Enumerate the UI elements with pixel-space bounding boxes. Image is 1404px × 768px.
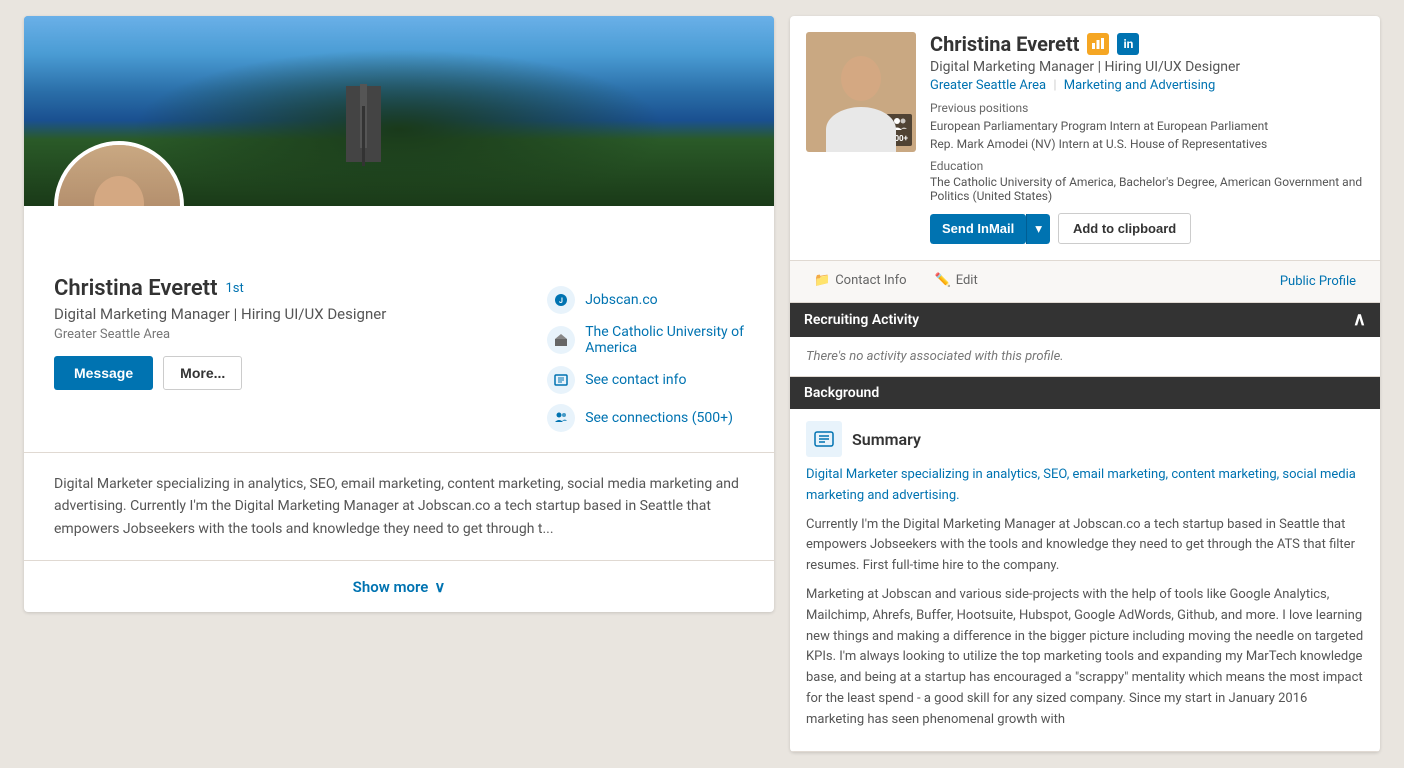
right-profile-header: 500+ Christina Everett in Digital Market… <box>790 16 1380 261</box>
profile-info: Christina Everett 1st Digital Marketing … <box>54 276 386 390</box>
contact-icon <box>547 366 575 394</box>
left-profile-panel: Christina Everett 1st Digital Marketing … <box>24 16 774 612</box>
background-header: Background <box>790 377 1380 409</box>
pencil-icon: ✏️ <box>935 273 951 288</box>
sidebar-link-contact[interactable]: See contact info <box>547 366 744 394</box>
right-info: Christina Everett in Digital Marketing M… <box>930 32 1364 244</box>
profile-header: Christina Everett 1st Digital Marketing … <box>24 206 774 453</box>
connection-badge: 1st <box>225 281 243 296</box>
right-tabs: 📁 Contact Info ✏️ Edit Public Profile <box>790 261 1380 303</box>
summary-icon <box>806 421 842 457</box>
message-button[interactable]: Message <box>54 356 153 390</box>
inmail-dropdown-button[interactable]: ▾ <box>1026 214 1050 244</box>
collapse-icon[interactable]: ∧ <box>1353 311 1366 329</box>
right-action-buttons: Send InMail ▾ Add to clipboard <box>930 213 1364 244</box>
sidebar-link-jobscan[interactable]: J Jobscan.co <box>547 286 744 314</box>
right-avatar: 500+ <box>806 32 916 152</box>
cover-photo <box>24 16 774 206</box>
university-icon <box>547 326 575 354</box>
sidebar-link-university[interactable]: The Catholic University ofAmerica <box>547 324 744 356</box>
profile-sidebar-links: J Jobscan.co The Catholic University ofA… <box>547 286 744 432</box>
right-headline: Digital Marketing Manager | Hiring UI/UX… <box>930 59 1364 75</box>
connections-icon <box>547 404 575 432</box>
show-more-bar: Show more ∨ <box>24 561 774 612</box>
profile-headline: Digital Marketing Manager | Hiring UI/UX… <box>54 305 386 323</box>
summary-p3: Marketing at Jobscan and various side-pr… <box>806 585 1364 731</box>
summary-p1: Digital Marketer specializing in analyti… <box>806 465 1364 507</box>
summary-title-row: Summary <box>806 421 1364 457</box>
right-profile-name: Christina Everett in <box>930 32 1364 56</box>
avatar <box>54 141 184 206</box>
add-to-clipboard-button[interactable]: Add to clipboard <box>1058 213 1191 244</box>
jobscan-icon: J <box>547 286 575 314</box>
folder-icon: 📁 <box>814 273 830 288</box>
svg-text:J: J <box>559 297 563 305</box>
profile-summary: Digital Marketer specializing in analyti… <box>24 453 774 561</box>
summary-heading: Summary <box>852 430 921 449</box>
profile-name: Christina Everett 1st <box>54 276 386 301</box>
avatar-face <box>58 145 180 206</box>
tab-edit[interactable]: ✏️ Edit <box>921 261 992 302</box>
connections-overlay: 500+ <box>886 114 912 146</box>
show-more-button[interactable]: Show more ∨ <box>353 578 446 596</box>
right-previous-positions: Previous positions European Parliamentar… <box>930 101 1364 153</box>
recruiting-activity-header: Recruiting Activity ∧ <box>790 303 1380 337</box>
profile-actions: Message More... <box>54 356 386 390</box>
sidebar-link-connections[interactable]: See connections (500+) <box>547 404 744 432</box>
positions-list: European Parliamentary Program Intern at… <box>930 117 1364 153</box>
summary-block: Summary Digital Marketer specializing in… <box>790 409 1380 751</box>
chevron-down-icon: ∨ <box>434 578 445 596</box>
tab-contact-info[interactable]: 📁 Contact Info <box>800 261 921 302</box>
send-inmail-button[interactable]: Send InMail <box>930 214 1026 244</box>
recruiting-activity-section: Recruiting Activity ∧ There's no activit… <box>790 303 1380 377</box>
linkedin-icon: in <box>1117 33 1139 55</box>
summary-p2: Currently I'm the Digital Marketing Mana… <box>806 515 1364 577</box>
public-profile-link[interactable]: Public Profile <box>1266 262 1370 301</box>
profile-top-row: Christina Everett 1st Digital Marketing … <box>54 276 744 432</box>
right-profile-panel: 500+ Christina Everett in Digital Market… <box>790 16 1380 752</box>
university-label: The Catholic University ofAmerica <box>585 324 744 356</box>
recruiting-activity-content: There's no activity associated with this… <box>790 337 1380 376</box>
profile-location: Greater Seattle Area <box>54 327 386 342</box>
more-button[interactable]: More... <box>163 356 242 390</box>
background-section: Background Summary Digital Marketer spec… <box>790 377 1380 752</box>
right-education: Education The Catholic University of Ame… <box>930 159 1364 203</box>
chart-icon <box>1087 33 1109 55</box>
send-inmail-group: Send InMail ▾ <box>930 214 1050 244</box>
right-location: Greater Seattle Area | Marketing and Adv… <box>930 78 1364 93</box>
